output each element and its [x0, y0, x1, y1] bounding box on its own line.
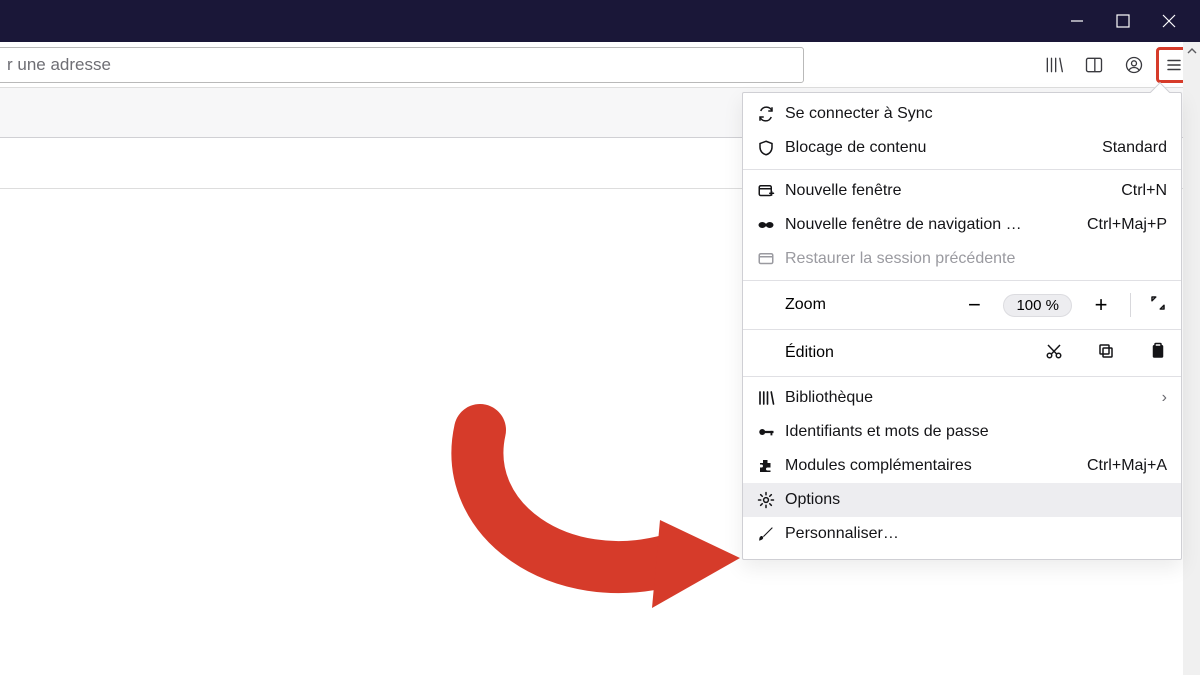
account-icon[interactable]: [1116, 47, 1152, 83]
library-icon[interactable]: [1036, 47, 1072, 83]
fullscreen-icon[interactable]: [1149, 294, 1167, 316]
menu-label: Se connecter à Sync: [785, 105, 1167, 123]
mask-icon: [757, 216, 785, 234]
menu-edit-row: Édition: [743, 334, 1181, 372]
address-input[interactable]: [0, 47, 804, 83]
menu-private-window[interactable]: Nouvelle fenêtre de navigation … Ctrl+Ma…: [743, 208, 1181, 242]
app-menu: Se connecter à Sync Blocage de contenu S…: [742, 92, 1182, 560]
window-icon: [757, 182, 785, 200]
menu-label: Blocage de contenu: [785, 139, 1102, 157]
menu-label: Nouvelle fenêtre de navigation …: [785, 216, 1087, 234]
zoom-value[interactable]: 100 %: [1003, 294, 1072, 317]
menu-new-window[interactable]: Nouvelle fenêtre Ctrl+N: [743, 174, 1181, 208]
shield-icon: [757, 139, 785, 157]
zoom-in-button[interactable]: +: [1090, 296, 1112, 314]
menu-sync[interactable]: Se connecter à Sync: [743, 97, 1181, 131]
menu-label: Bibliothèque: [785, 389, 1154, 407]
menu-label: Nouvelle fenêtre: [785, 182, 1121, 200]
key-icon: [757, 423, 785, 441]
minimize-button[interactable]: [1054, 0, 1100, 42]
menu-addons[interactable]: Modules complémentaires Ctrl+Maj+A: [743, 449, 1181, 483]
menu-restore-session: Restaurer la session précédente: [743, 242, 1181, 276]
sync-icon: [757, 105, 785, 123]
zoom-out-button[interactable]: −: [963, 296, 985, 314]
menu-label: Personnaliser…: [785, 525, 1167, 543]
menu-content-blocking[interactable]: Blocage de contenu Standard: [743, 131, 1181, 165]
zoom-label: Zoom: [785, 296, 869, 314]
scroll-up-icon[interactable]: [1183, 42, 1200, 59]
window-titlebar: [0, 0, 1200, 42]
paste-icon[interactable]: [1149, 342, 1167, 364]
menu-options[interactable]: Options: [743, 483, 1181, 517]
sidebar-icon[interactable]: [1076, 47, 1112, 83]
menu-label: Modules complémentaires: [785, 457, 1087, 475]
menu-accel: Ctrl+Maj+A: [1087, 457, 1167, 475]
restore-icon: [757, 250, 785, 268]
menu-label: Identifiants et mots de passe: [785, 423, 1167, 441]
toolbar: [0, 42, 1200, 88]
menu-label: Restaurer la session précédente: [785, 250, 1167, 268]
cut-icon[interactable]: [1045, 342, 1063, 364]
menu-library[interactable]: Bibliothèque ›: [743, 381, 1181, 415]
menu-logins[interactable]: Identifiants et mots de passe: [743, 415, 1181, 449]
close-button[interactable]: [1146, 0, 1192, 42]
gear-icon: [757, 491, 785, 509]
brush-icon: [757, 525, 785, 543]
scrollbar[interactable]: [1183, 42, 1200, 675]
puzzle-icon: [757, 457, 785, 475]
edition-label: Édition: [785, 344, 869, 362]
maximize-button[interactable]: [1100, 0, 1146, 42]
menu-status: Standard: [1102, 139, 1167, 157]
copy-icon[interactable]: [1097, 342, 1115, 364]
menu-zoom-row: Zoom − 100 % +: [743, 285, 1181, 325]
library-icon: [757, 389, 785, 407]
menu-label: Options: [785, 491, 1167, 509]
menu-customize[interactable]: Personnaliser…: [743, 517, 1181, 551]
menu-accel: Ctrl+N: [1121, 182, 1167, 200]
menu-accel: Ctrl+Maj+P: [1087, 216, 1167, 234]
chevron-right-icon: ›: [1154, 389, 1167, 407]
